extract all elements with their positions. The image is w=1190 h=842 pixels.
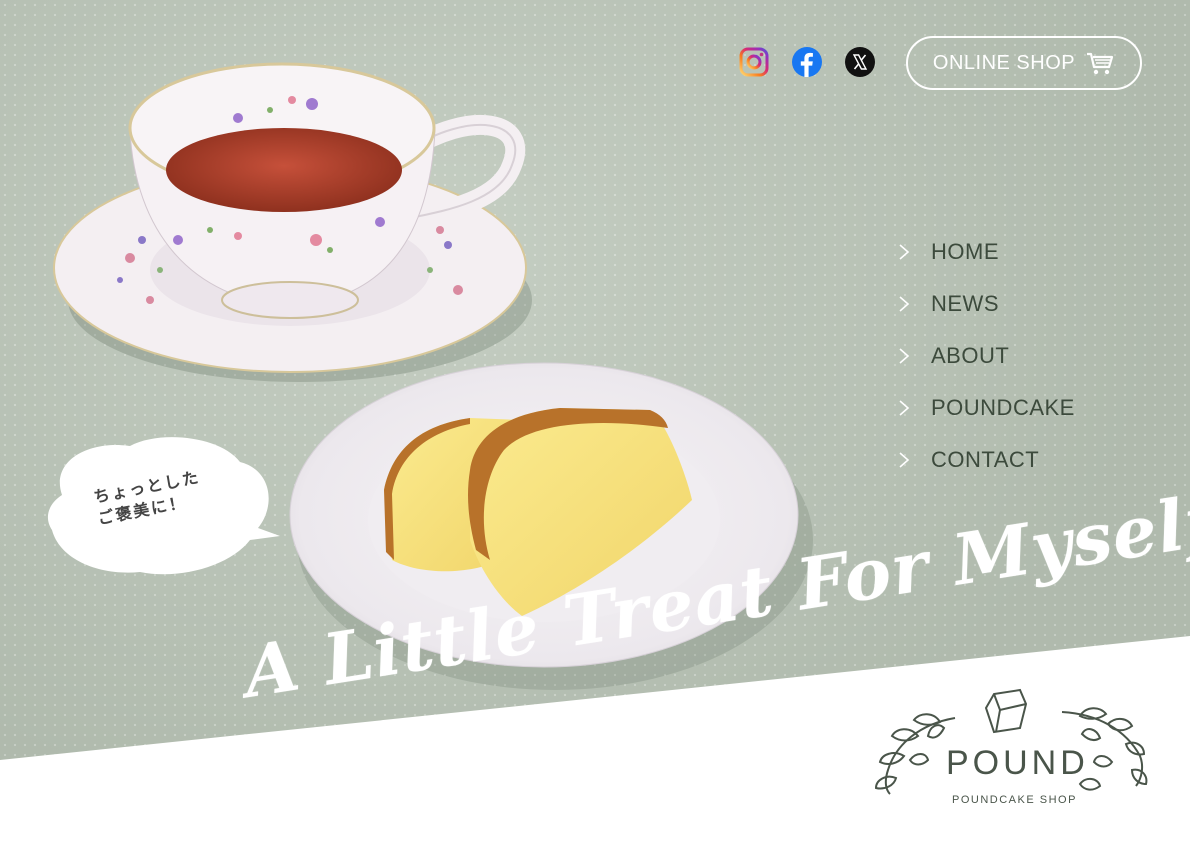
nav-item-contact[interactable]: CONTACT	[897, 434, 1075, 486]
chevron-right-icon	[899, 348, 910, 364]
nav-item-label: HOME	[931, 239, 999, 264]
chevron-right-icon	[899, 296, 910, 312]
online-shop-button[interactable]: ONLINE SHOP	[906, 36, 1142, 90]
chevron-right-icon	[899, 244, 910, 260]
x-icon[interactable]	[844, 46, 876, 78]
cart-icon	[1087, 52, 1114, 75]
nav-item-label: CONTACT	[931, 447, 1040, 472]
logo-subtitle: POUNDCAKE SHOP	[952, 794, 1077, 806]
nav-item-label: NEWS	[931, 291, 999, 316]
social-links	[738, 46, 876, 78]
logo-name: POUND	[946, 744, 1089, 782]
main-nav: HOME NEWS ABOUT POUNDCAKE CONTACT	[897, 226, 1075, 486]
chevron-right-icon	[899, 452, 910, 468]
nav-item-news[interactable]: NEWS	[897, 278, 1075, 330]
online-shop-label: ONLINE SHOP	[932, 51, 1076, 74]
chevron-right-icon	[899, 400, 910, 416]
nav-item-about[interactable]: ABOUT	[897, 330, 1075, 382]
hero-page: ONLINE SHOP HOME NEWS ABOUT POUNDCAKE CO…	[0, 0, 1190, 842]
nav-item-home[interactable]: HOME	[897, 226, 1075, 278]
nav-item-label: ABOUT	[931, 343, 1010, 368]
instagram-icon[interactable]	[738, 46, 770, 78]
nav-item-label: POUNDCAKE	[931, 395, 1075, 420]
nav-item-poundcake[interactable]: POUNDCAKE	[897, 382, 1075, 434]
facebook-icon[interactable]	[791, 46, 823, 78]
